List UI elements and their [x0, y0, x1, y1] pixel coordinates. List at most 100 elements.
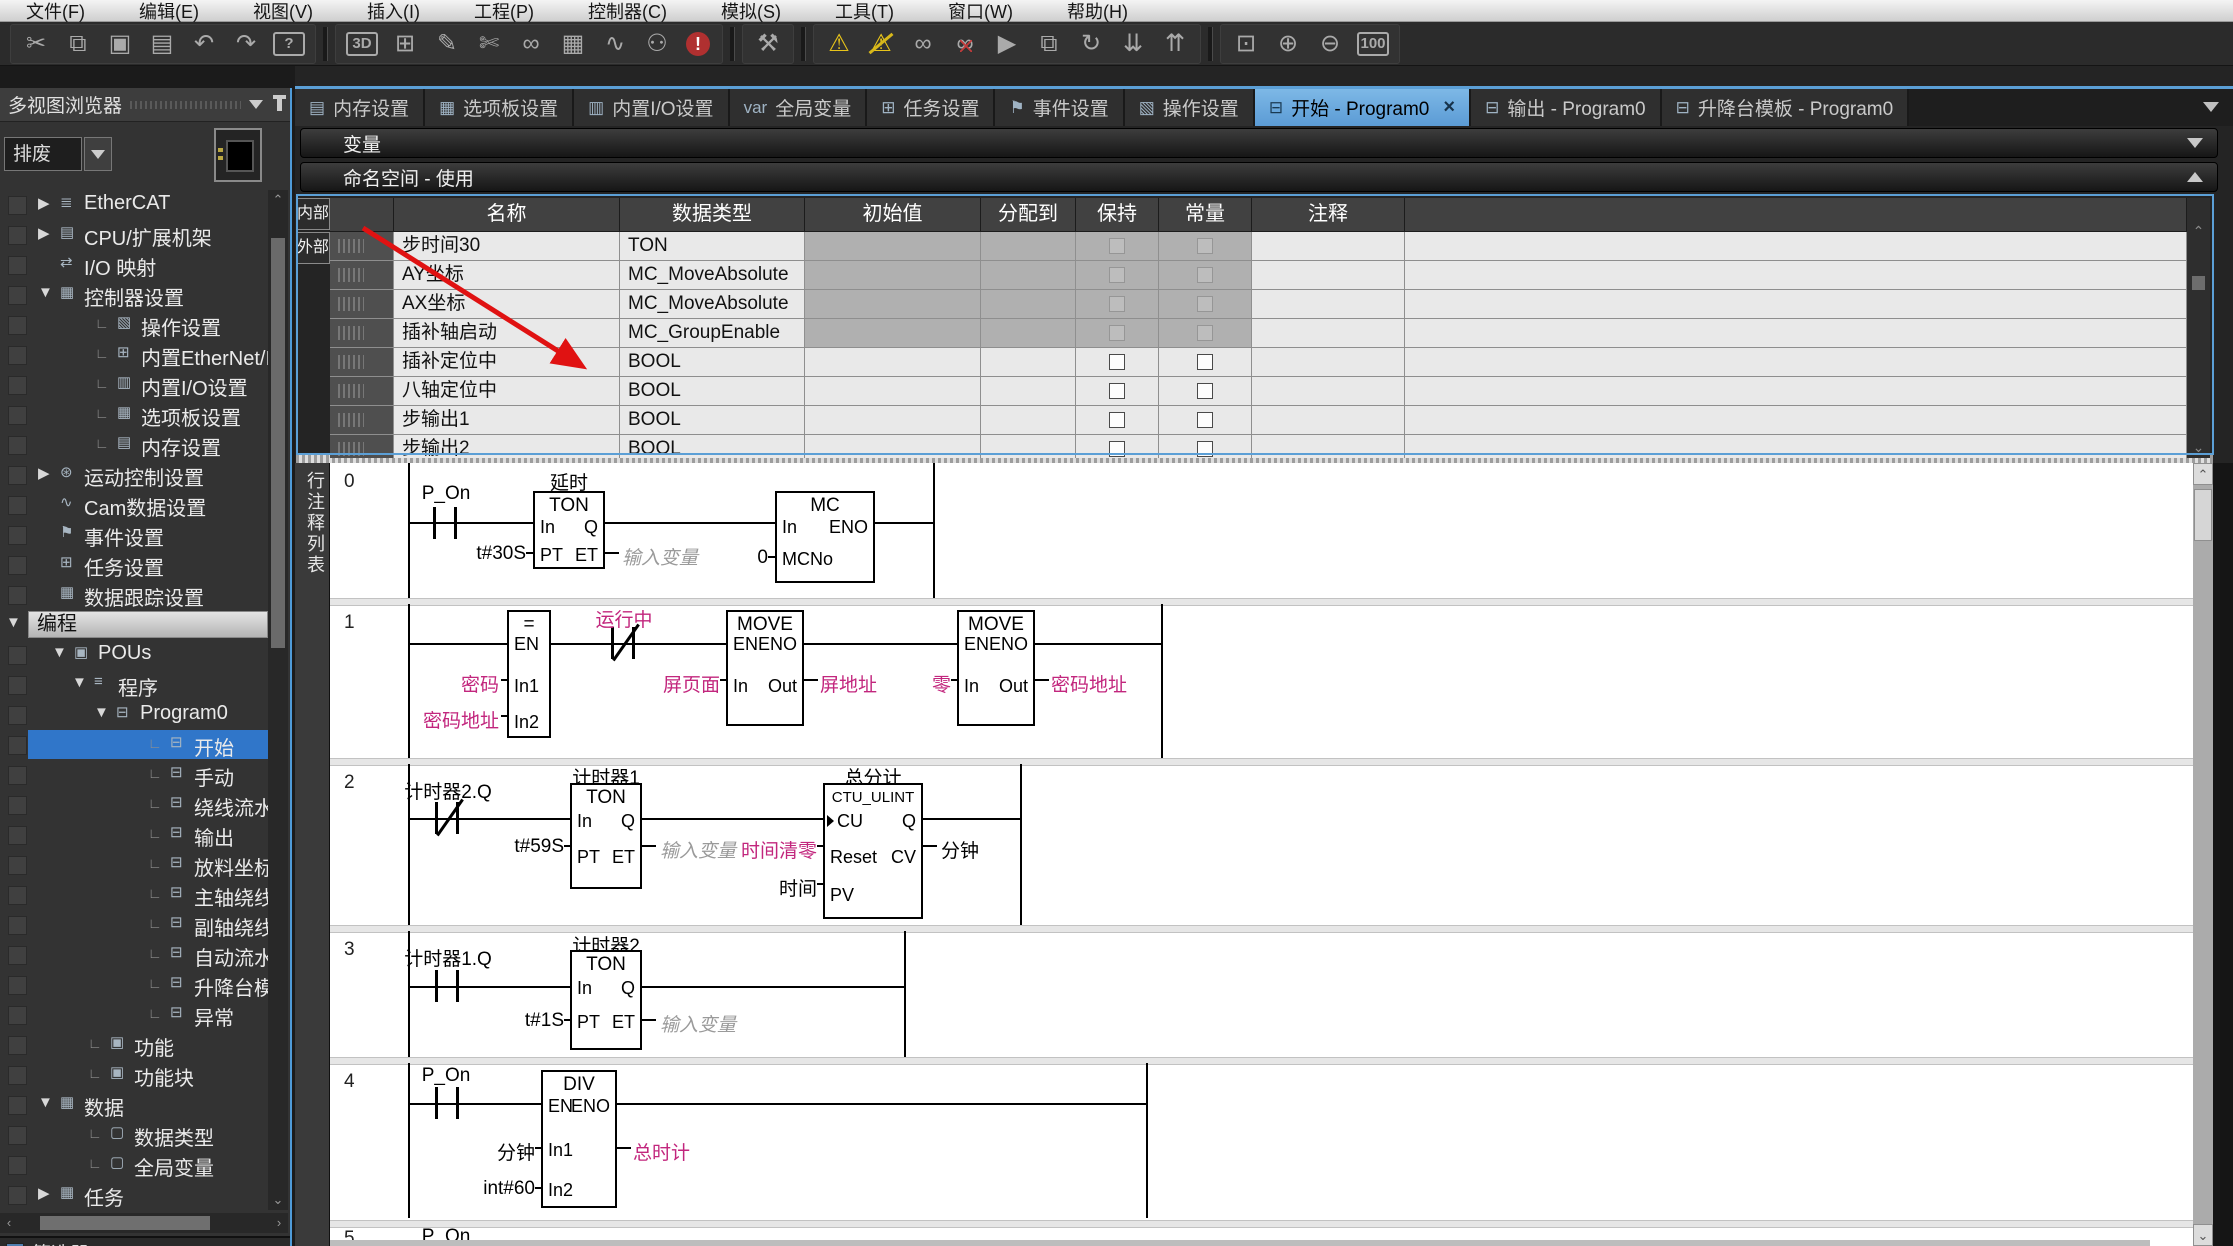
menu-item[interactable]: 模拟(S): [701, 0, 801, 24]
tab-overflow-icon[interactable]: [2203, 102, 2219, 112]
row-handle[interactable]: [330, 261, 394, 289]
mcno-input-value[interactable]: 0: [728, 547, 768, 569]
checkbox[interactable]: [1109, 441, 1125, 457]
error-list-icon[interactable]: !: [686, 32, 710, 56]
row-handle[interactable]: [330, 377, 394, 405]
assign-cell[interactable]: [981, 377, 1076, 405]
initial-value-cell[interactable]: [805, 290, 981, 318]
retain-cell[interactable]: [1076, 348, 1159, 376]
mc-function-block[interactable]: MC In ENO MCNo: [775, 491, 875, 583]
help-document-icon[interactable]: ?: [273, 32, 305, 56]
undo-icon[interactable]: ↶: [183, 26, 225, 62]
constant-cell[interactable]: [1159, 232, 1252, 260]
initial-value-cell[interactable]: [805, 319, 981, 347]
tree-item[interactable]: ∟▥内置I/O设置: [0, 370, 268, 400]
tab-global-variables[interactable]: var全局变量: [730, 89, 868, 126]
tree-item-checkbox[interactable]: [8, 826, 27, 845]
rung-number[interactable]: 4: [344, 1071, 355, 1093]
tree-item[interactable]: ▦数据跟踪设置: [0, 580, 268, 610]
scroll-down-icon[interactable]: ⌄: [268, 1190, 288, 1210]
variables-section-bar[interactable]: 变量: [300, 128, 2218, 158]
chevron-collapsed-icon[interactable]: ▶: [38, 224, 50, 242]
pt-input-value[interactable]: t#1S: [486, 1010, 564, 1032]
tree-item-checkbox[interactable]: [8, 1006, 27, 1025]
retain-cell[interactable]: [1076, 290, 1159, 318]
constant-cell[interactable]: [1159, 377, 1252, 405]
menu-item[interactable]: 控制器(C): [568, 0, 687, 24]
tree-item-checkbox[interactable]: [8, 196, 27, 215]
in-operand[interactable]: 零: [905, 670, 951, 697]
tree-item-checkbox[interactable]: [8, 586, 27, 605]
tree-item-checkbox[interactable]: [8, 796, 27, 815]
move-function-block[interactable]: MOVE EN ENO In Out: [957, 610, 1035, 726]
tree-item[interactable]: ∟⊟异常: [0, 1000, 268, 1030]
datatype-cell[interactable]: MC_MoveAbsolute: [620, 261, 805, 289]
ladder-horizontal-scrollbar[interactable]: [330, 1240, 2150, 1246]
monitor-remove-icon[interactable]: ∞: [944, 26, 986, 62]
pv-operand[interactable]: 时间: [761, 874, 817, 901]
tree-item-checkbox[interactable]: [8, 886, 27, 905]
row-handle[interactable]: [330, 435, 394, 458]
no-contact[interactable]: [433, 507, 457, 539]
ton-function-block[interactable]: TON In Q PT ET: [533, 491, 605, 569]
tree-item[interactable]: ⚑事件设置: [0, 520, 268, 550]
tree-horizontal-scrollbar[interactable]: ‹ ›: [0, 1213, 288, 1233]
retain-cell[interactable]: [1076, 377, 1159, 405]
expand-icon[interactable]: [2187, 172, 2203, 182]
chevron-expanded-icon[interactable]: ▼: [72, 674, 87, 691]
checkbox[interactable]: [1197, 441, 1213, 457]
tree-item[interactable]: ∟▢全局变量: [0, 1150, 268, 1180]
comment-cell[interactable]: [1252, 435, 1405, 458]
row-handle[interactable]: [330, 406, 394, 434]
assign-cell[interactable]: [981, 261, 1076, 289]
constant-cell[interactable]: [1159, 261, 1252, 289]
ladder-vertical-scrollbar[interactable]: ⌃ ⌄: [2193, 463, 2213, 1246]
in1-operand[interactable]: 分钟: [457, 1138, 535, 1165]
ton-function-block[interactable]: TON In Q PT ET: [570, 950, 642, 1050]
tree-item-checkbox[interactable]: [8, 1036, 27, 1055]
row-handle[interactable]: [330, 232, 394, 260]
move-function-block[interactable]: MOVE EN ENO In Out: [726, 610, 804, 726]
rung-number[interactable]: 2: [344, 772, 355, 794]
tree-item-checkbox[interactable]: [8, 316, 27, 335]
name-cell[interactable]: AX坐标: [394, 290, 620, 318]
filter-bar[interactable]: 筛选器: [0, 1236, 292, 1246]
tree-item[interactable]: ∟⊟放料坐标: [0, 850, 268, 880]
name-cell[interactable]: 步输出2: [394, 435, 620, 458]
menu-item[interactable]: 工具(T): [815, 0, 914, 24]
tree-item[interactable]: ⇄I/O 映射: [0, 250, 268, 280]
tab-close-icon[interactable]: ×: [1443, 96, 1455, 119]
contact-operand[interactable]: 运行中: [576, 605, 672, 632]
no-contact[interactable]: [435, 1087, 459, 1119]
controller-select[interactable]: 排废: [4, 137, 82, 171]
comment-cell[interactable]: [1252, 377, 1405, 405]
menu-item[interactable]: 插入(I): [347, 0, 440, 24]
checkbox[interactable]: [1109, 383, 1125, 399]
constant-cell[interactable]: [1159, 319, 1252, 347]
menu-item[interactable]: 文件(F): [6, 0, 105, 24]
div-function-block[interactable]: DIV EN ENO In1 In2: [541, 1070, 617, 1208]
tree-item[interactable]: ∟⊟绕线流水: [0, 790, 268, 820]
constant-cell[interactable]: [1159, 290, 1252, 318]
datatype-cell[interactable]: BOOL: [620, 377, 805, 405]
ctu-function-block[interactable]: CTU_ULINT CU Q Reset CV PV: [823, 783, 923, 919]
in2-operand[interactable]: int#60: [457, 1178, 535, 1200]
tab-output-program0[interactable]: ⊟输出 - Program0: [1471, 89, 1662, 126]
tab-builtin-io-settings[interactable]: ▥内置I/O设置: [574, 89, 729, 126]
tab-task-settings[interactable]: ⊞任务设置: [867, 89, 995, 126]
controller-select-arrow[interactable]: [84, 137, 112, 171]
tree-item[interactable]: ∟⊞内置EtherNet/IP端口: [0, 340, 268, 370]
menu-item[interactable]: 帮助(H): [1047, 0, 1148, 24]
tree-item-checkbox[interactable]: [8, 1126, 27, 1145]
name-cell[interactable]: 步输出1: [394, 406, 620, 434]
tree-item[interactable]: ∟▧操作设置: [0, 310, 268, 340]
tree-item[interactable]: ∿Cam数据设置: [0, 490, 268, 520]
rung-number[interactable]: 3: [344, 939, 355, 961]
zoom-out-icon[interactable]: ⊖: [1309, 26, 1351, 62]
tree-item-checkbox[interactable]: [8, 256, 27, 275]
tree-item-checkbox[interactable]: [8, 526, 27, 545]
contact-operand[interactable]: P_On: [406, 1065, 486, 1087]
tree-item[interactable]: ▶≣EtherCAT: [0, 190, 268, 220]
tree-item-checkbox[interactable]: [8, 976, 27, 995]
rung-number[interactable]: 1: [344, 612, 355, 634]
